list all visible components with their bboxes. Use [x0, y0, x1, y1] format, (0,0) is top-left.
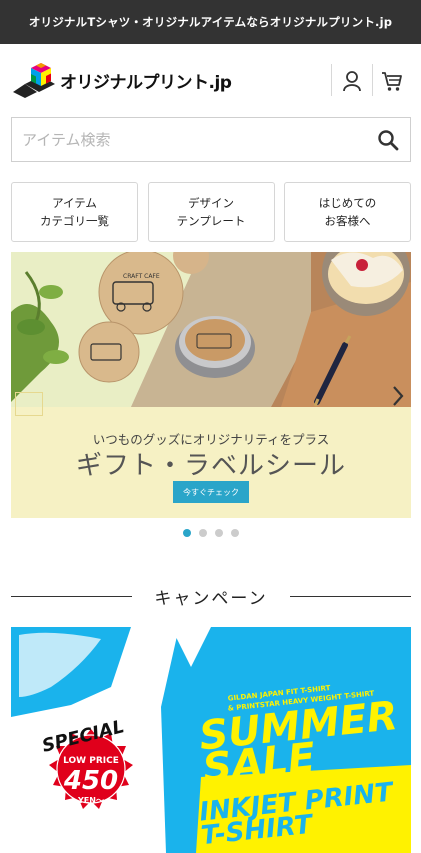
site-logo[interactable]: オリジナルプリント.jp — [11, 62, 232, 98]
top-announcement-text: オリジナルTシャツ・オリジナルアイテムならオリジナルプリント.jp — [28, 15, 393, 29]
slider-dot[interactable] — [198, 529, 207, 537]
item-category-button[interactable]: アイテム カテゴリ一覧 — [11, 182, 138, 242]
search-bar — [11, 117, 411, 162]
top-announcement-bar: オリジナルTシャツ・オリジナルアイテムならオリジナルプリント.jp — [0, 0, 421, 44]
price-text: 450 — [63, 766, 118, 796]
low-price-text: LOW PRICE — [63, 756, 119, 766]
sticker-text: CRAFT CAFE — [123, 273, 160, 280]
site-header: オリジナルプリント.jp — [0, 44, 421, 116]
slider-dot[interactable] — [214, 529, 223, 537]
check-now-button[interactable]: 今すぐチェック — [173, 481, 249, 503]
cart-icon[interactable] — [379, 68, 405, 94]
header-divider — [331, 64, 332, 96]
campaign-heading: キャンペーン — [11, 584, 411, 609]
campaign-heading-text: キャンペーン — [154, 588, 268, 609]
nav-label-line2: テンプレート — [176, 214, 246, 228]
nav-label-line1: はじめての — [318, 196, 377, 210]
slider-dot[interactable] — [182, 529, 191, 537]
chevron-right-icon[interactable] — [389, 382, 407, 410]
logo-cube-icon — [13, 63, 55, 98]
nav-label-line1: アイテム — [52, 196, 97, 210]
summer-sale-banner[interactable]: SPECIAL LOW PRICE 450 YEN〜 GILDAN JAPAN … — [11, 627, 411, 853]
nav-label-line1: デザイン — [188, 196, 234, 210]
search-input[interactable] — [12, 118, 366, 161]
heading-rule — [289, 595, 411, 597]
slide-title: ギフト・ラベルシール — [75, 451, 346, 481]
nav-label-line2: お客様へ — [324, 214, 371, 228]
user-icon[interactable] — [339, 68, 365, 94]
hero-slider[interactable]: CRAFT CAFE いつものグッズにオリジナリティをプラス ギフト・ラベルシー… — [11, 252, 411, 518]
yen-text: YEN〜 — [77, 796, 104, 805]
first-time-guide-button[interactable]: はじめての お客様へ — [284, 182, 411, 242]
slide-photo: CRAFT CAFE — [11, 252, 411, 407]
slide-caption-panel: いつものグッズにオリジナリティをプラス ギフト・ラベルシール 今すぐチェック — [11, 407, 411, 518]
design-template-button[interactable]: デザイン テンプレート — [147, 182, 275, 242]
search-icon[interactable] — [366, 118, 410, 161]
logo-text: オリジナルプリント.jp — [60, 72, 232, 93]
nav-label-line2: カテゴリ一覧 — [40, 214, 109, 228]
heading-rule — [11, 595, 133, 597]
slider-prev-button[interactable] — [15, 392, 43, 416]
sale-banner-art: SPECIAL LOW PRICE 450 YEN〜 GILDAN JAPAN … — [11, 627, 411, 853]
quick-nav: アイテム カテゴリ一覧 デザイン テンプレート はじめての お客様へ — [11, 182, 411, 242]
header-divider — [372, 64, 373, 96]
slider-dot[interactable] — [230, 529, 239, 537]
slider-pagination — [0, 529, 421, 537]
